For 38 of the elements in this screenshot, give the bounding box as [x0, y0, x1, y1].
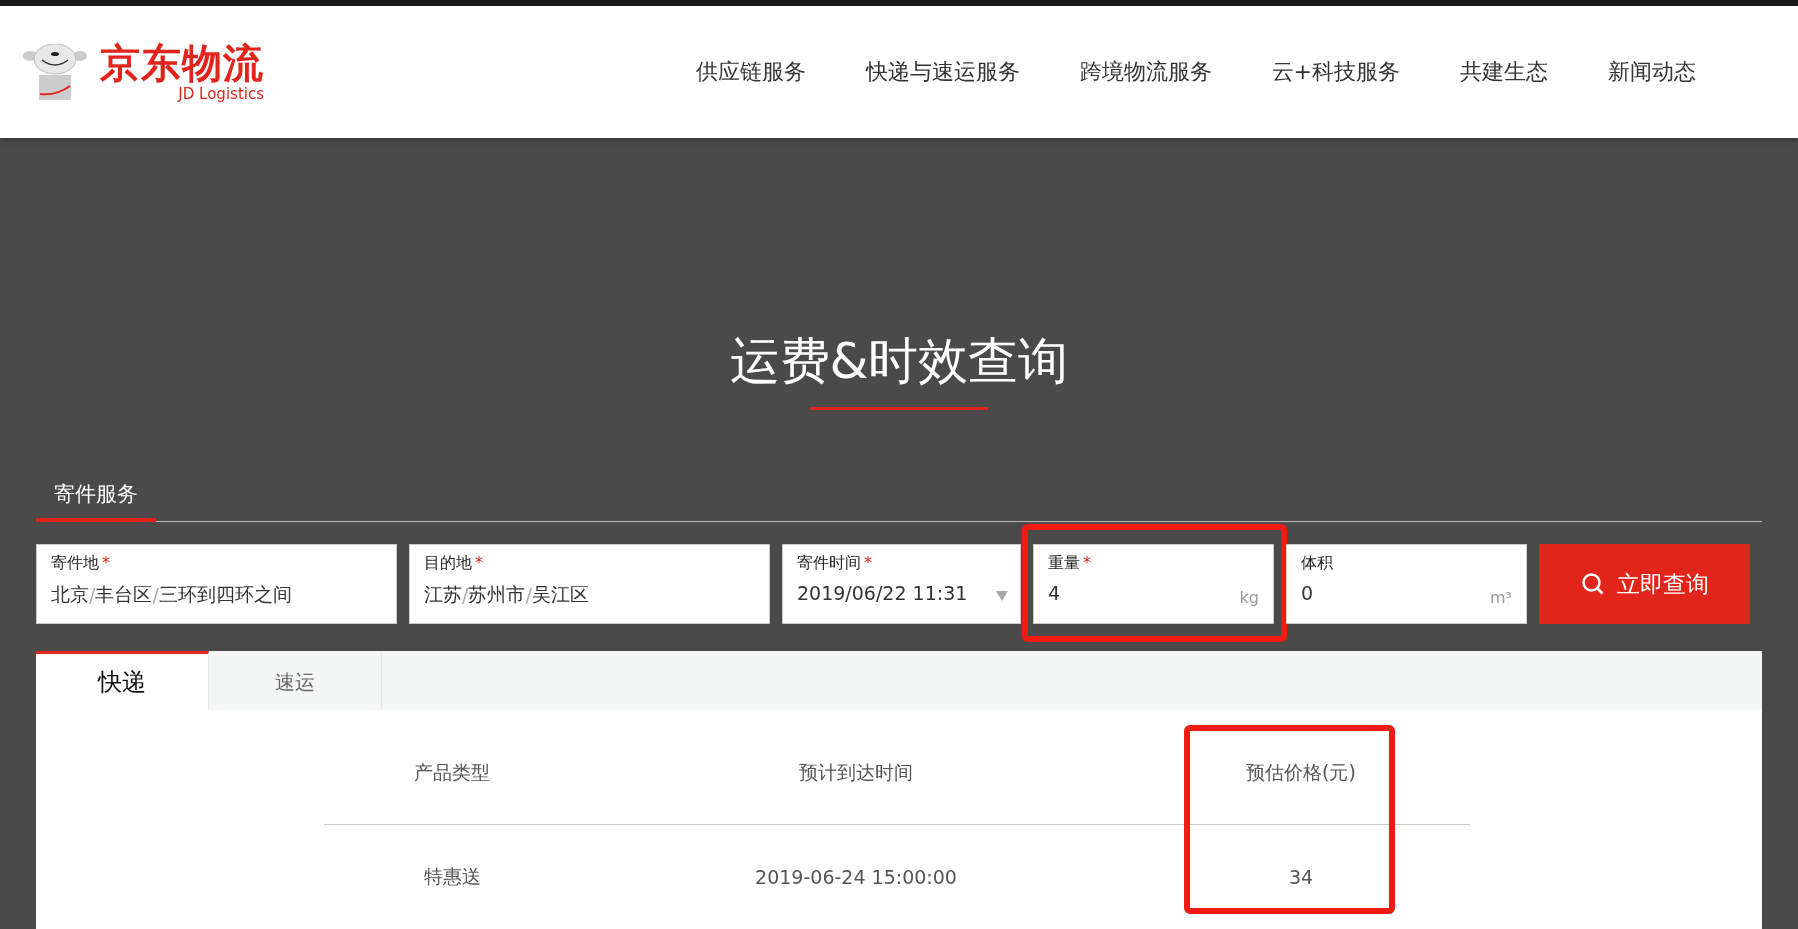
nav-link[interactable]: 云+科技服务	[1271, 57, 1400, 87]
logo-wordmark: 京东物流	[100, 42, 264, 83]
tab[interactable]: 快递	[36, 651, 209, 710]
field-label: 寄件地 *	[51, 553, 111, 574]
column-header: 预计到达时间	[580, 710, 1132, 825]
field-label: 目的地 *	[424, 553, 484, 574]
section-tab[interactable]: 寄件服务	[36, 480, 156, 522]
table-cell-text: 特惠送	[422, 864, 482, 889]
form-field[interactable]: 体积 0 m³	[1286, 544, 1527, 624]
nav-link[interactable]: 快递与速运服务	[865, 57, 1020, 87]
form-field[interactable]: 寄件时间 * 2019/06/22 11:31	[782, 544, 1021, 624]
nav-link[interactable]: 共建生态	[1460, 57, 1548, 87]
unit-label: kg	[1239, 588, 1259, 607]
field-value: 2019/06/22 11:31	[797, 582, 968, 604]
form-field[interactable]: 寄件地 * 北京/丰台区/三环到四环之间	[36, 544, 397, 624]
dropdown-caret-icon[interactable]	[996, 591, 1008, 601]
field-label: 重量 *	[1048, 553, 1092, 574]
form-field[interactable]: 目的地 * 江苏/苏州市/吴江区	[409, 544, 770, 624]
form-field[interactable]: 重量 * 4 kg	[1033, 544, 1274, 624]
unit-label: m³	[1490, 588, 1512, 607]
logo-subtitle: JD Logistics	[178, 86, 264, 102]
search-button[interactable]: 立即查询	[1539, 544, 1750, 624]
column-header: 产品类型	[324, 710, 580, 825]
column-header: 预估价格(元)	[1132, 710, 1470, 825]
field-label: 体积	[1301, 553, 1334, 574]
nav-link[interactable]: 供应链服务	[695, 57, 806, 87]
table-cell-text: 2019-06-24 15:00:00	[754, 865, 958, 890]
search-icon	[1580, 572, 1605, 596]
nav-link[interactable]: 跨境物流服务	[1079, 57, 1212, 87]
field-label: 寄件时间 *	[797, 553, 873, 574]
page-title: 运费&时效查询	[729, 331, 1069, 391]
field-value: 4	[1048, 582, 1061, 604]
mascot-icon	[22, 44, 88, 100]
nav-link[interactable]: 新闻动态	[1608, 57, 1696, 87]
field-value: 0	[1301, 582, 1314, 604]
table-cell-text: 34	[1287, 865, 1315, 890]
field-value: 江苏/苏州市/吴江区	[424, 582, 589, 608]
field-value: 北京/丰台区/三环到四环之间	[51, 582, 292, 608]
